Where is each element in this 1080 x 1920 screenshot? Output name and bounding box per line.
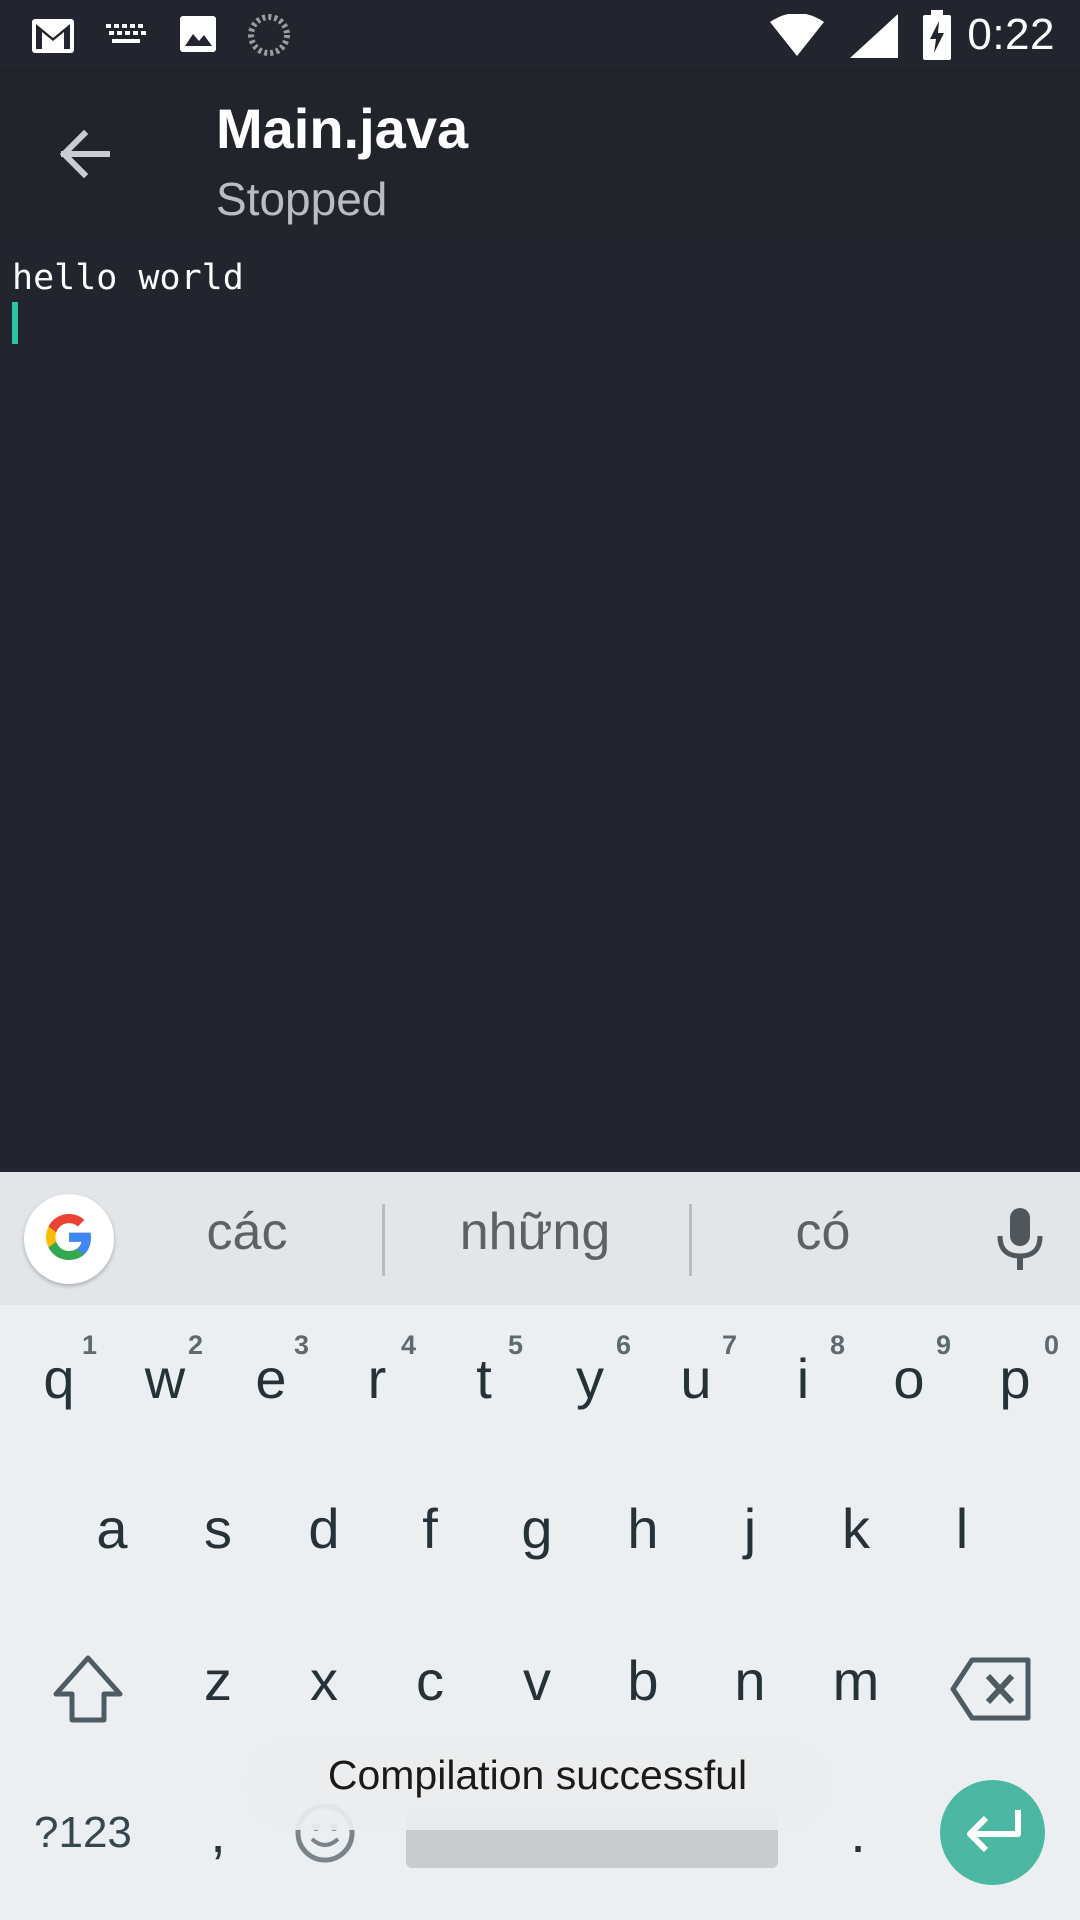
battery-charging-icon	[922, 10, 952, 65]
text-cursor	[12, 302, 18, 344]
suggestion-divider	[382, 1204, 385, 1276]
status-bar: 0:22	[0, 0, 1080, 72]
backspace-icon	[950, 1657, 1032, 1726]
key-l[interactable]: l	[912, 1496, 1012, 1561]
shift-key[interactable]	[48, 1650, 128, 1730]
key-n[interactable]: n	[700, 1648, 800, 1713]
key-hint: 0	[1044, 1330, 1060, 1360]
keyboard-icon	[104, 22, 148, 53]
key-hint: 7	[722, 1330, 738, 1360]
key-j[interactable]: j	[700, 1496, 800, 1561]
console-output-area[interactable]: hello world	[0, 240, 1080, 1172]
console-output-text: hello world	[12, 258, 244, 298]
key-f[interactable]: f	[380, 1496, 480, 1561]
backspace-key[interactable]	[950, 1656, 1032, 1722]
loading-icon	[248, 14, 290, 61]
gmail-icon	[30, 16, 76, 61]
key-a[interactable]: a	[62, 1496, 162, 1561]
toast-message: Compilation successful	[245, 1740, 830, 1830]
key-h[interactable]: h	[593, 1496, 693, 1561]
image-icon	[178, 14, 218, 59]
wifi-icon	[770, 13, 824, 61]
suggestion-divider	[689, 1204, 692, 1276]
mic-icon[interactable]	[990, 1208, 1050, 1272]
key-z[interactable]: z	[168, 1648, 268, 1713]
key-k[interactable]: k	[806, 1496, 906, 1561]
key-hint: 3	[294, 1330, 310, 1360]
suggestion-3[interactable]: có	[726, 1202, 920, 1272]
key-hint: 4	[401, 1330, 417, 1360]
app-bar: Main.java Stopped	[0, 72, 1080, 240]
key-hint: 6	[616, 1330, 632, 1360]
status-time: 0:22	[967, 10, 1055, 59]
symbols-key[interactable]: ?123	[34, 1808, 132, 1858]
key-g[interactable]: g	[487, 1496, 587, 1561]
emoji-icon	[292, 1803, 358, 1870]
page-title: Main.java	[216, 97, 469, 160]
key-m[interactable]: m	[806, 1648, 906, 1713]
shift-icon	[48, 1655, 128, 1734]
key-d[interactable]: d	[274, 1496, 374, 1561]
key-hint: 8	[830, 1330, 846, 1360]
key-hint: 1	[82, 1330, 98, 1360]
back-button[interactable]	[40, 112, 128, 200]
key-s[interactable]: s	[168, 1496, 268, 1561]
google-g-icon	[42, 1210, 96, 1269]
enter-arrow-icon	[964, 1808, 1022, 1857]
enter-key[interactable]	[940, 1780, 1045, 1885]
google-g-button[interactable]	[24, 1194, 114, 1284]
suggestion-2[interactable]: những	[420, 1202, 650, 1272]
signal-icon	[848, 14, 898, 63]
suggestion-1[interactable]: các	[150, 1202, 344, 1272]
run-status: Stopped	[216, 173, 388, 225]
key-hint: 9	[936, 1330, 952, 1360]
key-c[interactable]: c	[380, 1648, 480, 1713]
key-hint: 2	[188, 1330, 204, 1360]
key-x[interactable]: x	[274, 1648, 374, 1713]
key-b[interactable]: b	[593, 1648, 693, 1713]
suggestion-strip: các những có	[0, 1172, 1080, 1305]
key-v[interactable]: v	[487, 1648, 587, 1713]
key-hint: 5	[508, 1330, 524, 1360]
arrow-back-icon	[58, 129, 111, 183]
